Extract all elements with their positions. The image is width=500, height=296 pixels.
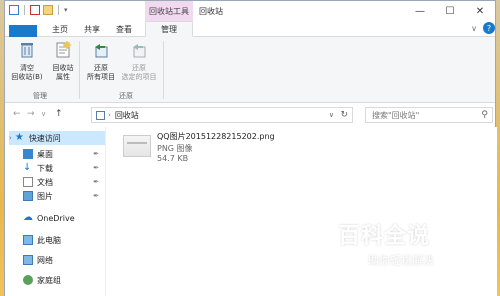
nav-quick-access[interactable]: › ★ 快速访问 xyxy=(9,131,105,145)
desktop-icon xyxy=(23,149,33,159)
address-bar[interactable]: › 回收站 ∨ ↻ xyxy=(91,107,353,123)
empty-recycle-bin-label: 清空 回收站(B) xyxy=(11,64,43,81)
restore-all-label: 还原 所有项目 xyxy=(87,64,115,81)
download-icon: ↓ xyxy=(23,162,32,173)
file-item[interactable]: QQ图片20151228215202.png PNG 图像 54.7 KB xyxy=(123,131,275,167)
address-dropdown-icon[interactable]: ∨ xyxy=(329,111,334,119)
png-thumbnail-icon xyxy=(123,135,151,157)
address-row: ← → ∨ ↑ › 回收站 ∨ ↻ 搜索"回收站" ⚲ xyxy=(5,105,495,125)
new-folder-icon[interactable] xyxy=(43,5,53,15)
ribbon-separator xyxy=(163,41,164,99)
ribbon-collapse-icon[interactable]: ∨ xyxy=(471,24,477,33)
computer-icon xyxy=(23,235,33,245)
restore-all-button[interactable]: 还原 所有项目 xyxy=(83,39,119,87)
ribbon-panel: 清空 回收站(B) 回收站 属性 管理 还原 所有项目 还原 选定的项目 还原 xyxy=(5,37,495,103)
file-size: 54.7 KB xyxy=(157,154,189,163)
ribbon-tabs: 文件 主页 共享 查看 管理 ∨ ? xyxy=(5,21,495,61)
ribbon-separator xyxy=(79,41,80,99)
nav-documents[interactable]: 文档 ✒ xyxy=(23,175,105,189)
nav-homegroup[interactable]: 家庭组 xyxy=(23,273,105,287)
nav-label: 家庭组 xyxy=(37,275,61,285)
properties-page-icon xyxy=(56,40,72,58)
restore-all-icon xyxy=(95,44,108,58)
nav-label: 下载 xyxy=(37,163,53,173)
window-controls: — ☐ ✕ xyxy=(405,1,495,21)
watermark-subtitle: 助你轻松解决 xyxy=(368,254,434,267)
nav-label: 图片 xyxy=(37,191,53,201)
nav-label: 此电脑 xyxy=(37,235,61,245)
quick-access-toolbar: ▾ xyxy=(9,5,68,15)
group-label-restore: 还原 xyxy=(119,92,133,100)
star-icon: ★ xyxy=(14,132,24,143)
tab-manage[interactable]: 管理 xyxy=(145,21,193,37)
pin-icon[interactable]: ✒ xyxy=(93,150,99,158)
watermark-title: 百科全说 xyxy=(338,224,431,249)
forward-arrow-icon[interactable]: → xyxy=(27,109,35,119)
nav-label: 文档 xyxy=(37,177,53,187)
minimize-button[interactable]: — xyxy=(405,1,435,21)
restore-selected-button[interactable]: 还原 选定的项目 xyxy=(119,39,159,87)
recycle-bin-tools-header: 回收站工具 xyxy=(145,1,193,21)
qat-separator xyxy=(24,5,25,15)
window-title: 回收站 xyxy=(199,7,223,16)
properties-icon[interactable] xyxy=(30,5,40,15)
back-arrow-icon[interactable]: ← xyxy=(13,109,21,119)
nav-onedrive[interactable]: ☁ OneDrive xyxy=(23,211,105,225)
nav-network[interactable]: 网络 xyxy=(23,253,105,267)
group-label-manage: 管理 xyxy=(33,92,47,100)
documents-icon xyxy=(23,177,33,187)
cloud-icon: ☁ xyxy=(23,212,33,223)
nav-pictures[interactable]: 图片 ✒ xyxy=(23,189,105,203)
tab-home[interactable]: 主页 xyxy=(47,21,73,37)
close-button[interactable]: ✕ xyxy=(465,1,495,21)
up-arrow-icon[interactable]: ↑ xyxy=(55,109,63,119)
recent-locations-chevron-icon[interactable]: ∨ xyxy=(41,110,46,118)
nav-downloads[interactable]: ↓ 下载 ✒ xyxy=(23,161,105,175)
pictures-icon xyxy=(23,191,33,201)
tab-view[interactable]: 查看 xyxy=(111,21,137,37)
recycle-bin-properties-label: 回收站 属性 xyxy=(52,64,74,81)
search-icon[interactable]: ⚲ xyxy=(481,110,488,120)
expand-chevron-icon[interactable]: › xyxy=(9,134,12,142)
nav-label: 快速访问 xyxy=(28,133,61,143)
customize-qat-icon[interactable]: ▾ xyxy=(64,6,68,14)
recycle-bin-small-icon xyxy=(96,110,105,120)
maximize-button[interactable]: ☐ xyxy=(435,1,465,21)
homegroup-icon xyxy=(23,275,33,285)
recycle-bin-icon xyxy=(21,43,33,58)
restore-selected-label: 还原 选定的项目 xyxy=(121,64,157,81)
breadcrumb-recycle-bin[interactable]: 回收站 xyxy=(115,110,139,121)
pin-icon[interactable]: ✒ xyxy=(93,164,99,172)
nav-label: OneDrive xyxy=(37,213,75,223)
breadcrumb-chevron-icon[interactable]: › xyxy=(108,111,111,119)
tab-share[interactable]: 共享 xyxy=(79,21,105,37)
title-bar: ▾ 回收站工具 回收站 — ☐ ✕ xyxy=(5,1,495,21)
qat-separator xyxy=(58,5,59,15)
pin-icon[interactable]: ✒ xyxy=(93,192,99,200)
search-input[interactable]: 搜索"回收站" ⚲ xyxy=(365,107,493,123)
network-icon xyxy=(23,255,33,265)
nav-label: 网络 xyxy=(37,255,53,265)
window-icon xyxy=(9,5,19,15)
file-type: PNG 图像 xyxy=(157,144,193,153)
empty-recycle-bin-button[interactable]: 清空 回收站(B) xyxy=(9,39,45,87)
file-name: QQ图片20151228215202.png xyxy=(157,132,275,141)
search-placeholder: 搜索"回收站" xyxy=(372,110,420,120)
recycle-bin-properties-button[interactable]: 回收站 属性 xyxy=(45,39,81,87)
refresh-icon[interactable]: ↻ xyxy=(340,110,348,120)
navigation-pane: › ★ 快速访问 桌面 ✒ ↓ 下载 ✒ 文档 ✒ 图片 ✒ ☁ OneDriv… xyxy=(5,127,111,296)
nav-label: 桌面 xyxy=(37,149,53,159)
nav-desktop[interactable]: 桌面 ✒ xyxy=(23,147,105,161)
pane-divider[interactable] xyxy=(105,127,106,296)
help-icon[interactable]: ? xyxy=(483,22,495,34)
nav-this-pc[interactable]: 此电脑 xyxy=(23,233,105,247)
pin-icon[interactable]: ✒ xyxy=(93,178,99,186)
site-watermark: 百科全说 助你轻松解决 xyxy=(338,218,488,278)
restore-selected-icon xyxy=(133,44,146,58)
